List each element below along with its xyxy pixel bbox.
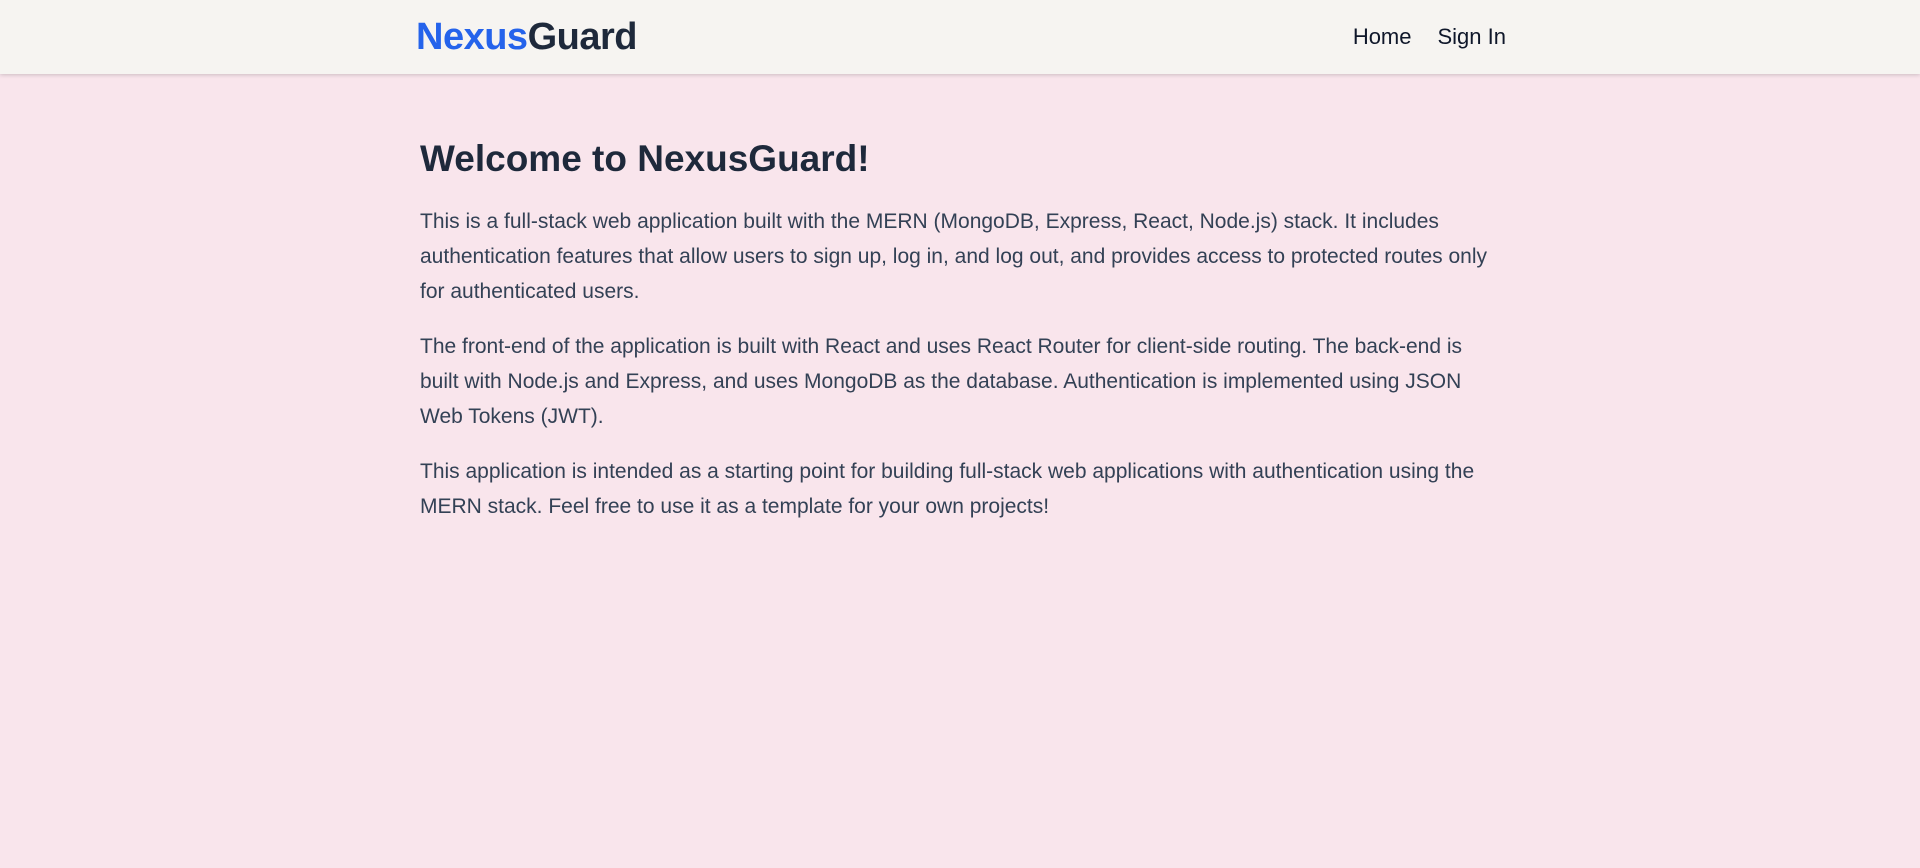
nav-link-home[interactable]: Home [1353,24,1412,50]
logo-text-nexus: Nexus [416,15,528,58]
main-nav: Home Sign In [1353,24,1506,50]
page-title: Welcome to NexusGuard! [420,138,870,179]
nav-link-sign-in[interactable]: Sign In [1438,24,1507,50]
navbar-container: NexusGuard Home Sign In [416,0,1506,74]
brand-logo-link[interactable]: NexusGuard [416,16,637,59]
main-content: Welcome to NexusGuard! This is a full-st… [420,132,1500,544]
logo-text-guard: Guard [527,15,638,58]
architecture-paragraph: The front-end of the application is buil… [420,335,1463,428]
top-navbar: NexusGuard Home Sign In [0,0,1920,74]
usage-paragraph: This application is intended as a starti… [420,460,1475,518]
intro-paragraph: This is a full-stack web application bui… [420,210,1487,303]
